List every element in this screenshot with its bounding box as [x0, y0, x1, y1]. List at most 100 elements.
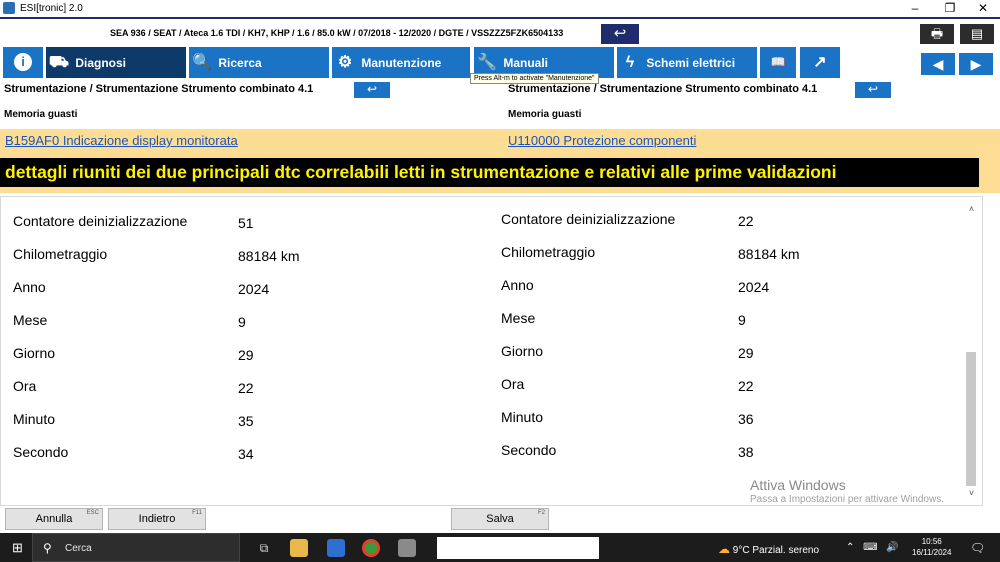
tab-schemi-elettrici[interactable]: ϟ Schemi elettrici — [617, 47, 757, 78]
field-value: 9 — [238, 314, 246, 330]
field-label: Giorno — [501, 343, 544, 359]
field-label: Giorno — [13, 345, 56, 361]
taskbar-search-placeholder: Cerca — [65, 543, 92, 554]
section-label-right: Memoria guasti — [508, 109, 582, 120]
field-value: 36 — [738, 411, 754, 427]
restore-button[interactable]: ❐ — [935, 0, 965, 17]
back-icon[interactable]: ↩ — [601, 24, 639, 44]
annulla-label: Annulla — [35, 513, 73, 525]
field-label: Secondo — [13, 444, 69, 460]
annulla-button[interactable]: Annulla ESC — [5, 508, 103, 530]
external-link-button[interactable]: ↗ — [800, 47, 840, 78]
book-icon: 📖 — [770, 55, 786, 69]
search-icon: 🔍 — [192, 54, 212, 71]
prev-arrow-icon[interactable]: ◀ — [921, 53, 955, 75]
breadcrumb-left: Strumentazione / Strumentazione Strument… — [4, 83, 314, 95]
tab-manuali-label: Manuali — [503, 56, 549, 70]
salva-shortcut: F2 — [537, 510, 545, 516]
field-label: Secondo — [501, 442, 557, 458]
annotation-banner: dettagli riuniti dei due principali dtc … — [0, 158, 979, 187]
bottom-button-bar: Annulla ESC Indietro F11 Salva F2 — [0, 506, 1000, 533]
back-icon-left[interactable]: ↩ — [354, 82, 390, 98]
field-value: 51 — [238, 215, 254, 231]
tab-manutenzione[interactable]: ⚙ Manutenzione — [332, 47, 470, 78]
dtc-link-left[interactable]: B159AF0 Indicazione display monitorata — [5, 133, 238, 148]
book-button[interactable]: 📖 — [760, 47, 796, 78]
field-value: 29 — [738, 345, 754, 361]
weather-widget[interactable]: ☁ 9°C Parzial. sereno — [718, 542, 819, 556]
system-tray-icons[interactable]: ⌃ ⌨ 🔊 — [846, 542, 902, 553]
redacted-taskbar-area — [437, 537, 599, 559]
field-value: 22 — [238, 380, 254, 396]
tab-schemi-label: Schemi elettrici — [646, 56, 736, 70]
app-icon — [3, 2, 15, 14]
info-button[interactable]: i — [3, 47, 43, 78]
tab-manutenzione-label: Manutenzione — [361, 56, 442, 70]
field-label: Minuto — [13, 411, 56, 427]
field-label: Chilometraggio — [501, 244, 596, 260]
field-value: 88184 km — [738, 246, 800, 262]
salva-button[interactable]: Salva F2 — [451, 508, 549, 530]
print-icon[interactable]: 🖶 — [920, 24, 954, 44]
tab-diagnosi[interactable]: ⛟ Diagnosi — [46, 47, 186, 78]
weather-text: 9°C Parzial. sereno — [732, 545, 820, 556]
field-label: Anno — [501, 277, 534, 293]
field-value: 35 — [238, 413, 254, 429]
car-icon: ⛟ — [48, 54, 70, 71]
minimize-button[interactable]: – — [900, 0, 930, 17]
tooltip: Press Alt-m to activate "Manutenzione" — [470, 73, 599, 84]
window-title: ESI[tronic] 2.0 — [20, 3, 83, 14]
vertical-scrollbar[interactable]: ˄ ˅ — [964, 200, 979, 500]
field-label: Ora — [13, 378, 37, 394]
notification-icon[interactable]: 🗨 — [970, 541, 985, 555]
annulla-shortcut: ESC — [86, 510, 99, 516]
windows-start-icon[interactable]: ⊞ — [12, 541, 23, 554]
vehicle-bar: SEA 936 / SEAT / Ateca 1.6 TDI / KH7, KH… — [0, 17, 1000, 47]
field-label: Mese — [501, 310, 536, 326]
field-label: Contatore deinizializzazione — [13, 213, 188, 229]
tab-ricerca-label: Ricerca — [218, 56, 262, 70]
dtc-link-right[interactable]: U110000 Protezione componenti — [508, 133, 696, 148]
task-view-icon[interactable]: ⧉ — [255, 539, 273, 557]
lightning-icon: ϟ — [625, 54, 635, 71]
scroll-down-icon[interactable]: ˅ — [964, 488, 979, 498]
field-label: Mese — [13, 312, 48, 328]
windows-taskbar: ⊞ ⚲ Cerca ⧉ ☁ 9°C Parzial. sereno ⌃ ⌨ 🔊 … — [0, 533, 1000, 562]
weather-icon: ☁ — [718, 542, 730, 556]
indietro-button[interactable]: Indietro F11 — [108, 508, 206, 530]
file-explorer-icon[interactable] — [290, 539, 308, 557]
scrollbar-thumb[interactable] — [966, 352, 976, 486]
add-note-icon[interactable]: ▤ — [960, 24, 994, 44]
salva-label: Salva — [486, 513, 514, 525]
field-label: Minuto — [501, 409, 544, 425]
detail-panel — [0, 196, 983, 506]
field-label: Ora — [501, 376, 525, 392]
breadcrumb-right: Strumentazione / Strumentazione Strument… — [508, 83, 818, 95]
esitronic-app-icon[interactable] — [327, 539, 345, 557]
taskbar-clock[interactable]: 10:56 16/11/2024 — [912, 536, 951, 558]
next-arrow-icon[interactable]: ▶ — [959, 53, 993, 75]
field-value: 9 — [738, 312, 746, 328]
clock-time: 10:56 — [921, 537, 942, 546]
field-value: 38 — [738, 444, 754, 460]
activation-watermark-subtitle: Passa a Impostazioni per attivare Window… — [750, 494, 944, 505]
field-value: 34 — [238, 446, 254, 462]
tab-ricerca[interactable]: 🔍 Ricerca — [189, 47, 329, 78]
diagnostic-tool-icon[interactable] — [398, 539, 416, 557]
close-button[interactable]: ✕ — [968, 0, 998, 17]
window-titlebar: ESI[tronic] 2.0 – ❐ ✕ — [0, 0, 1000, 17]
field-value: 2024 — [238, 281, 270, 297]
field-value: 2024 — [738, 279, 770, 295]
indietro-label: Indietro — [138, 513, 176, 525]
chrome-icon[interactable] — [362, 539, 380, 557]
info-icon: i — [14, 53, 32, 71]
scroll-up-icon[interactable]: ˄ — [964, 204, 979, 214]
field-label: Contatore deinizializzazione — [501, 211, 676, 227]
tab-diagnosi-label: Diagnosi — [75, 56, 127, 70]
taskbar-search-box[interactable]: ⚲ Cerca — [32, 533, 240, 562]
gears-icon: ⚙ — [337, 54, 353, 71]
field-label: Anno — [13, 279, 46, 295]
external-link-icon: ↗ — [813, 54, 827, 71]
back-icon-right[interactable]: ↩ — [855, 82, 891, 98]
field-value: 29 — [238, 347, 254, 363]
